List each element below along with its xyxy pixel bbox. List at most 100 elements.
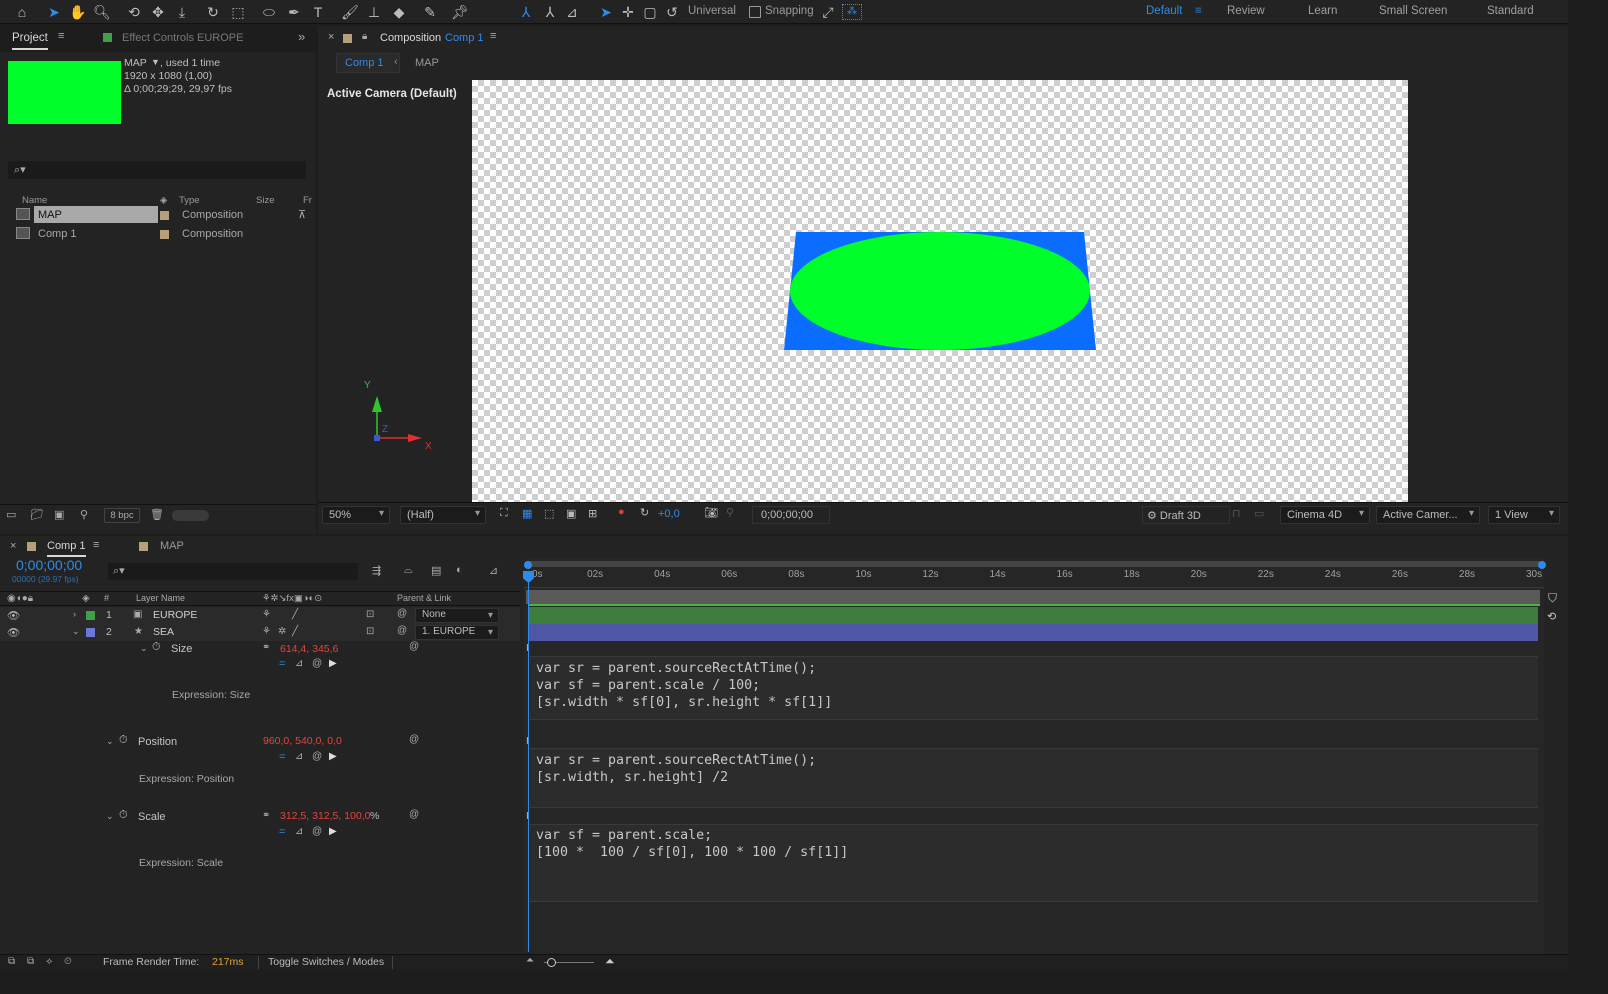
layer-bar-sea[interactable] bbox=[528, 624, 1538, 641]
camera-dropdown[interactable]: Active Camer... bbox=[1376, 506, 1480, 524]
motion-blur-icon[interactable]: ◐ bbox=[456, 564, 463, 576]
project-row-map[interactable]: MAP Composition ⊼ bbox=[6, 206, 306, 224]
continuous-rasterize-icon[interactable]: ✲ bbox=[278, 626, 286, 637]
col-frame[interactable]: Fr bbox=[303, 195, 312, 206]
expression-scale-code[interactable]: var sf = parent.scale; [100 * 100 / sf[0… bbox=[536, 827, 848, 861]
constrain-proportions-icon[interactable]: ⚭ bbox=[262, 642, 270, 653]
visibility-eye-icon[interactable]: 👁︎ bbox=[7, 609, 20, 622]
pen-icon[interactable]: ✒ bbox=[284, 2, 304, 22]
resolution-dropdown[interactable]: (Half) bbox=[400, 506, 486, 524]
item-dropdown-icon[interactable]: ▼ bbox=[151, 57, 160, 67]
render-time-icon[interactable]: ⏲︎ bbox=[64, 956, 72, 967]
extended-viewer-icon[interactable]: ⊓ bbox=[1232, 507, 1241, 520]
expression-position-code[interactable]: var sr = parent.sourceRectAtTime(); [sr.… bbox=[536, 752, 816, 786]
channel-icon[interactable]: ● bbox=[618, 506, 625, 518]
layer-label-swatch[interactable] bbox=[86, 611, 95, 620]
transfer-controls-icon[interactable]: ⧉ bbox=[27, 956, 34, 967]
snapping-checkbox[interactable] bbox=[749, 6, 761, 18]
timeline-tab-map[interactable]: MAP bbox=[160, 540, 184, 552]
workspace-menu-icon[interactable]: ≡ bbox=[1195, 5, 1202, 17]
scale-icon[interactable]: ▢ bbox=[640, 2, 660, 22]
expression-pick-icon[interactable]: @ bbox=[312, 751, 322, 762]
collapse-switch-icon[interactable]: ⚘ bbox=[262, 609, 271, 620]
expression-language-icon[interactable]: ▶ bbox=[329, 826, 337, 837]
panel-menu-icon[interactable]: ≡ bbox=[93, 539, 99, 551]
expression-language-icon[interactable]: ▶ bbox=[329, 751, 337, 762]
stopwatch-icon[interactable]: ⏱︎ bbox=[119, 809, 128, 822]
av-features-icon[interactable]: ◉◖●🔒︎ bbox=[7, 593, 33, 604]
zoom-icon[interactable]: 🔍︎ bbox=[92, 2, 112, 22]
draft-3d-toggle[interactable]: ⚙ Draft 3D bbox=[1142, 506, 1230, 524]
collapse-switch-icon[interactable]: ⚘ bbox=[262, 626, 271, 637]
expression-enable-icon[interactable]: = bbox=[279, 658, 285, 670]
frame-blending-icon[interactable]: ▤ bbox=[431, 564, 441, 577]
stopwatch-icon[interactable]: ⏱︎ bbox=[119, 734, 128, 747]
panel-menu-icon[interactable]: ≡ bbox=[58, 30, 64, 42]
expression-pickwhip-icon[interactable]: @ bbox=[409, 809, 419, 820]
prop-size-value[interactable]: 614,4, 345,6 bbox=[280, 643, 338, 655]
layer-switches-icon[interactable]: ⧉ bbox=[8, 956, 15, 967]
visibility-eye-icon[interactable]: 👁︎ bbox=[7, 626, 20, 639]
expand-chevron-icon[interactable]: ⌄ bbox=[106, 811, 114, 822]
eraser-icon[interactable]: ◆ bbox=[389, 2, 409, 22]
world-axis-icon[interactable]: ⅄ bbox=[540, 2, 560, 22]
zoom-dropdown[interactable]: 50% bbox=[322, 506, 390, 524]
in-out-icon[interactable]: ⟡ bbox=[46, 956, 53, 967]
expand-chevron-icon[interactable]: ⌄ bbox=[140, 643, 148, 654]
local-axis-icon[interactable]: ⅄ bbox=[516, 2, 536, 22]
col-size[interactable]: Size bbox=[256, 195, 274, 206]
quality-switch-icon[interactable]: ╱ bbox=[292, 626, 298, 637]
timeline-tab-comp1[interactable]: Comp 1 bbox=[47, 540, 86, 557]
new-folder-icon[interactable]: 📁︎ bbox=[30, 508, 44, 521]
exposure-value[interactable]: +0,0 bbox=[658, 508, 680, 520]
panel-overflow-icon[interactable]: » bbox=[298, 29, 305, 44]
tab-effect-controls[interactable]: Effect Controls EUROPE bbox=[122, 32, 243, 44]
expression-pickwhip-icon[interactable]: @ bbox=[409, 641, 419, 652]
show-snapshot-icon[interactable]: ⚲ bbox=[726, 506, 734, 519]
thumbnail-slider[interactable] bbox=[172, 510, 209, 521]
europe-ellipse[interactable] bbox=[790, 232, 1090, 350]
viewer-timecode[interactable]: 0;00;00;00 bbox=[752, 506, 830, 524]
pickwhip-icon[interactable]: @ bbox=[397, 608, 407, 619]
type-icon[interactable]: T bbox=[308, 2, 328, 22]
interpret-footage-icon[interactable]: ▭ bbox=[6, 508, 16, 521]
workspace-small-screen[interactable]: Small Screen bbox=[1379, 5, 1447, 17]
3d-layer-icon[interactable]: ⊡ bbox=[366, 626, 374, 637]
roto-icon[interactable]: ✎ bbox=[420, 2, 440, 22]
col-layer-name[interactable]: Layer Name bbox=[136, 593, 185, 603]
layer-search-input[interactable]: ⌕▾ bbox=[108, 563, 358, 580]
comp-tab-name[interactable]: Comp 1 bbox=[445, 32, 484, 44]
snapshot-icon[interactable]: 📷︎ bbox=[704, 506, 718, 519]
zoom-in-icon[interactable]: ⏶ bbox=[605, 954, 615, 969]
fast-previews-icon[interactable]: ⛶ bbox=[500, 507, 508, 520]
pickwhip-icon[interactable]: @ bbox=[397, 625, 407, 636]
comp-marker-bin-icon[interactable]: ⛉ bbox=[1548, 591, 1557, 606]
shy-layers-icon[interactable]: ⌓ bbox=[404, 564, 413, 577]
parent-dropdown[interactable]: None bbox=[415, 608, 499, 623]
col-name[interactable]: Name bbox=[22, 195, 47, 206]
comp-tab-prefix[interactable]: Composition bbox=[380, 32, 441, 44]
breadcrumb-map[interactable]: MAP bbox=[415, 57, 439, 69]
mask-visibility-icon[interactable]: ⬚ bbox=[544, 507, 554, 520]
constrain-proportions-icon[interactable]: ⚭ bbox=[262, 810, 270, 821]
toggle-switches-modes[interactable]: Toggle Switches / Modes bbox=[268, 956, 384, 968]
expression-pick-icon[interactable]: @ bbox=[312, 826, 322, 837]
region-icon[interactable]: ⬚ bbox=[228, 2, 248, 22]
expand-chevron-icon[interactable]: ⌄ bbox=[72, 626, 80, 637]
home-icon[interactable]: ⌂ bbox=[12, 2, 32, 22]
stamp-icon[interactable]: ⊥ bbox=[364, 2, 384, 22]
selection-icon[interactable]: ➤ bbox=[44, 2, 64, 22]
ellipse-icon[interactable]: ⬭ bbox=[259, 2, 279, 22]
quality-switch-icon[interactable]: ╱ bbox=[292, 609, 298, 620]
transparency-grid-icon[interactable]: ▦ bbox=[522, 507, 532, 520]
brush-icon[interactable]: 🖌︎ bbox=[340, 2, 360, 22]
workspace-review[interactable]: Review bbox=[1227, 5, 1265, 17]
feather-icon[interactable]: ⁂ bbox=[842, 4, 862, 20]
composition-viewer[interactable] bbox=[472, 80, 1408, 508]
rotate-gizmo-icon[interactable]: ↺ bbox=[662, 2, 682, 22]
prop-position-value[interactable]: 960,0, 540,0, 0,0 bbox=[263, 735, 342, 747]
trash-icon[interactable]: 🗑︎ bbox=[150, 508, 164, 521]
expression-pickwhip-icon[interactable]: @ bbox=[409, 734, 419, 745]
layer-label-swatch[interactable] bbox=[86, 628, 95, 637]
project-row-comp1[interactable]: Comp 1 Composition bbox=[6, 225, 298, 243]
